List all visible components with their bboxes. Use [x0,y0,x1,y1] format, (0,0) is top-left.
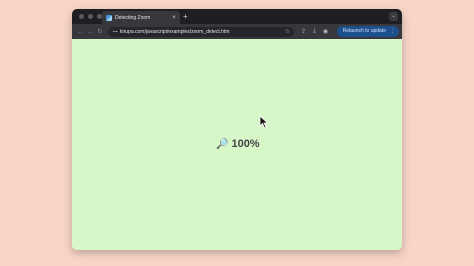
mouse-pointer-icon [259,115,269,129]
favicon-icon [106,14,112,21]
window-controls [79,14,102,19]
tab-title: Detecting Zoom [115,14,151,21]
download-icon[interactable]: ⤓ [309,28,320,35]
browser-window: Detecting Zoom × + ⌄ ← → ↻ ⊶ kirupa.com/… [72,9,402,250]
back-button[interactable]: ← [75,29,85,35]
more-menu-icon[interactable]: ⋮ [390,28,395,34]
site-info-icon[interactable]: ⊶ [110,29,120,35]
relaunch-label: Relaunch to update [342,28,386,34]
magnifier-icon: 🔎 [216,138,229,150]
zoom-value: 100% [231,138,260,150]
page-content: 🔎 100% [72,39,402,250]
url-text[interactable]: kirupa.com/javascript/examples/zoom_dete… [120,29,283,35]
minimize-window-button[interactable] [88,14,93,19]
tab-search-button[interactable]: ⌄ [389,12,398,21]
toolbar: ← → ↻ ⊶ kirupa.com/javascript/examples/z… [72,24,402,39]
forward-button[interactable]: → [85,29,95,35]
bookmark-star-icon[interactable]: ☆ [283,28,292,35]
profile-icon[interactable]: ◉ [320,28,331,35]
reload-button[interactable]: ↻ [95,28,105,35]
relaunch-to-update-button[interactable]: Relaunch to update ⋮ [336,26,399,37]
address-bar[interactable]: ⊶ kirupa.com/javascript/examples/zoom_de… [108,26,294,37]
share-icon[interactable]: ⇪ [298,28,309,35]
title-bar: Detecting Zoom × + ⌄ [72,9,402,24]
close-window-button[interactable] [79,14,84,19]
close-tab-icon[interactable]: × [170,15,178,21]
zoom-readout: 🔎 100% [216,138,260,150]
new-tab-button[interactable]: + [183,11,188,22]
tab-detecting-zoom[interactable]: Detecting Zoom × [102,11,180,24]
